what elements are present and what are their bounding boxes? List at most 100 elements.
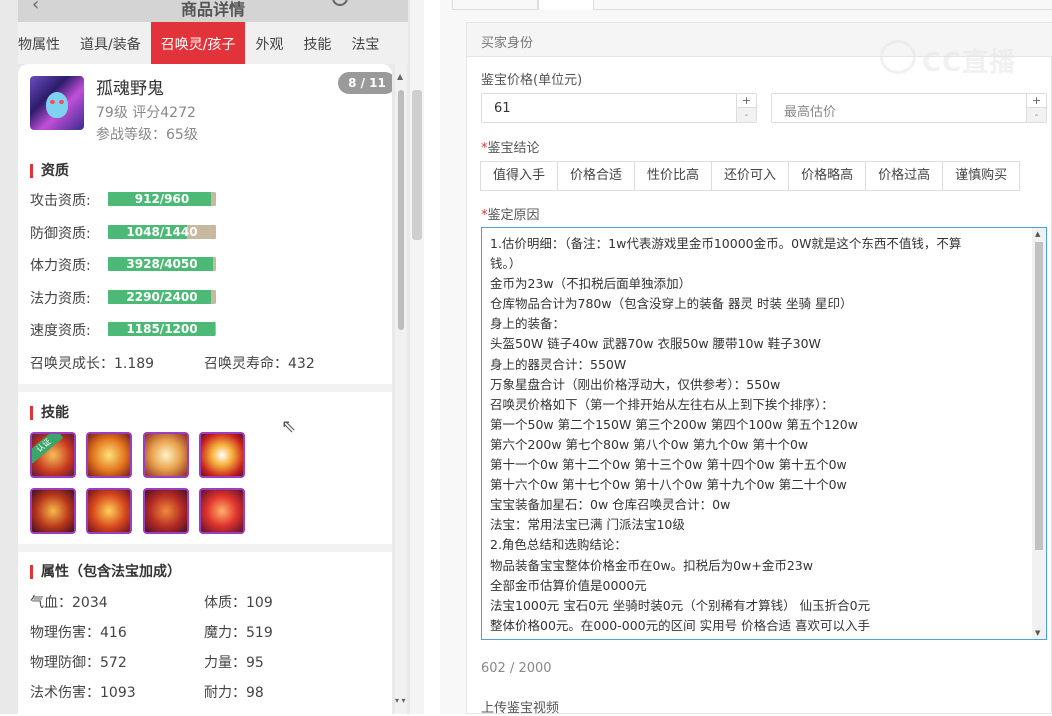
option-good-value[interactable]: 性价比高 bbox=[634, 161, 713, 191]
reason-line: 1.估价明细：（备注：1w代表游戏里金币10000金币。0W就是这个东西不值钱，… bbox=[490, 236, 962, 251]
skill-icon-rabbit[interactable] bbox=[143, 432, 189, 478]
aptitude-row: 法力资质: 2290/2400 bbox=[30, 286, 390, 308]
aptitude-bar: 912/960 bbox=[108, 192, 216, 206]
reason-textarea[interactable]: 1.估价明细：（备注：1w代表游戏里金币10000金币。0W就是这个东西不值钱，… bbox=[481, 227, 1047, 640]
skill-icon-fire-swirl[interactable] bbox=[199, 488, 245, 534]
pet-card: 孤魂野鬼 79级 评分4272 参战等级：65级 8 / 11 资质 攻击资质:… bbox=[18, 64, 392, 714]
conclusion-label: *鉴宝结论 bbox=[481, 141, 540, 156]
increment-icon[interactable]: + bbox=[737, 94, 756, 108]
pet-growth: 召唤灵成长：1.189 bbox=[30, 356, 155, 372]
skill-icon-lightning[interactable] bbox=[199, 432, 245, 478]
aptitude-title: 资质 bbox=[30, 164, 69, 178]
option-cautious[interactable]: 谨慎购买 bbox=[942, 161, 1021, 191]
option-slightly-high[interactable]: 价格略高 bbox=[788, 161, 867, 191]
price-label: 鉴宝价格(单位元) bbox=[481, 73, 583, 88]
aptitude-row: 速度资质: 1185/1200 bbox=[30, 318, 390, 340]
reason-line: 身上的器灵合计：550W bbox=[490, 356, 627, 372]
skill-icon-flame-claw[interactable] bbox=[86, 488, 132, 534]
buyer-identity-title: 买家身份 bbox=[481, 36, 534, 51]
skill-icon-certified[interactable]: 认证 bbox=[30, 432, 76, 478]
aptitude-value: 1185/1200 bbox=[126, 322, 198, 336]
price-input[interactable]: 61 + - bbox=[481, 93, 757, 123]
tab-items-equipment[interactable]: 道具/装备 bbox=[70, 22, 151, 64]
scrollbar-thumb[interactable] bbox=[398, 90, 404, 330]
pet-lifespan: 召唤灵寿命：432 bbox=[204, 356, 315, 372]
reason-line: 全部金币估算价值是0000元 bbox=[490, 577, 647, 593]
attr-constitution: 体质：109 bbox=[204, 595, 273, 611]
attr-strength: 力量：95 bbox=[204, 655, 264, 671]
decrement-icon[interactable]: - bbox=[1027, 108, 1046, 122]
card-scrollbar[interactable]: ▲ bbox=[395, 64, 407, 714]
phone-header: ‹ 商品详情 bbox=[18, 0, 408, 22]
aptitude-bar: 1048/1440 bbox=[108, 224, 216, 239]
attr-endurance: 耐力：98 bbox=[204, 685, 264, 701]
tab-skills[interactable]: 技能 bbox=[293, 22, 341, 64]
option-too-high[interactable]: 价格过高 bbox=[865, 161, 944, 191]
reason-line: 第六个200w 第七个80w 第八个0w 第九个0w 第十个0w bbox=[490, 436, 809, 452]
skill-icon-rage-face[interactable] bbox=[143, 488, 189, 534]
form-tabs bbox=[440, 0, 1052, 10]
pet-name: 孤魂野鬼 bbox=[96, 79, 164, 99]
form-tab-active[interactable] bbox=[538, 0, 594, 10]
decrement-icon[interactable]: - bbox=[737, 108, 756, 122]
page-badge: 8 / 11 bbox=[338, 72, 392, 94]
reason-line: 钱。） bbox=[490, 256, 522, 272]
aptitude-label: 速度资质: bbox=[30, 323, 91, 339]
scroll-arrows-icon[interactable]: ▾ ▾ bbox=[395, 696, 406, 705]
reason-line: 物品装备宝宝整体价格金币在0w。扣税后为0w+金币23w bbox=[490, 557, 813, 573]
reason-text: 1.估价明细：（备注：1w代表游戏里金币10000金币。0W就是这个东西不值钱，… bbox=[490, 234, 1026, 636]
outer-scrollbar[interactable] bbox=[410, 0, 424, 714]
skill-icon-demon-face[interactable] bbox=[30, 488, 76, 534]
attr-physical-defense: 物理防御：572 bbox=[30, 655, 127, 671]
aptitude-label: 法力资质: bbox=[30, 290, 91, 307]
tab-treasure[interactable]: 法宝 bbox=[341, 22, 389, 64]
reason-line: 法宝：常用法宝已满 门派法宝10级 bbox=[490, 517, 685, 533]
option-fair-price[interactable]: 价格合适 bbox=[557, 161, 636, 191]
aptitude-row: 体力资质: 3928/4050 bbox=[30, 253, 390, 275]
tab-summons[interactable]: 召唤灵/孩子 bbox=[150, 22, 246, 64]
certified-tag: 认证 bbox=[32, 434, 64, 464]
reason-line: 第十一个0w 第十二个0w 第十三个0w 第十四个0w 第十五个0w bbox=[490, 457, 847, 473]
form-tab[interactable] bbox=[452, 0, 538, 10]
reason-line: 万象星盘合计（刚出价格浮动大，仅供参考）：550w bbox=[490, 376, 781, 392]
scroll-up-icon[interactable]: ▲ bbox=[1035, 230, 1040, 238]
textarea-scrollbar[interactable]: ▲ ▼ bbox=[1032, 228, 1046, 639]
max-price-input[interactable]: 最高估价 + - bbox=[771, 93, 1047, 123]
option-bargain-ok[interactable]: 还价可入 bbox=[711, 161, 790, 191]
phone-header-title: 商品详情 bbox=[180, 0, 245, 19]
aptitude-bar: 3928/4050 bbox=[108, 257, 216, 271]
reason-line: 头盔50W 链子40w 武器70w 衣服50w 腰带10w 鞋子30W bbox=[490, 336, 821, 352]
price-value: 61 bbox=[494, 101, 511, 116]
aptitude-value: 2290/2400 bbox=[126, 289, 198, 304]
phone-screen: ‹ 商品详情 物属性 道具/装备 召唤灵/孩子 外观 技能 法宝 孤魂野鬼 79… bbox=[0, 0, 424, 714]
mouse-cursor-icon: ⇖ bbox=[281, 416, 297, 437]
price-stepper[interactable]: + - bbox=[736, 94, 756, 122]
option-worth-buying[interactable]: 值得入手 bbox=[480, 161, 559, 191]
upload-video-label: 上传鉴宝视频 bbox=[481, 701, 560, 716]
increment-icon[interactable]: + bbox=[1027, 94, 1046, 108]
max-price-stepper[interactable]: + - bbox=[1026, 94, 1046, 122]
appraisal-panel: 买家身份 鉴宝价格(单位元) 61 + - 最高估价 + - *鉴宝结论 值得入… bbox=[466, 22, 1052, 716]
reason-line: 召唤灵价格如下（第一个排开始从左往右从上到下挨个排序）： bbox=[490, 396, 834, 412]
tab-appearance[interactable]: 外观 bbox=[245, 22, 293, 64]
scroll-down-icon[interactable]: ▼ bbox=[1035, 629, 1040, 637]
outer-scrollbar-thumb[interactable] bbox=[412, 90, 422, 240]
textarea-scrollbar-thumb[interactable] bbox=[1035, 242, 1043, 550]
pet-battle-level: 参战等级：65级 bbox=[96, 127, 198, 143]
watermark-text: CC直播 bbox=[922, 48, 1017, 78]
aptitude-bar: 1185/1200 bbox=[108, 322, 216, 336]
aptitude-bar: 2290/2400 bbox=[108, 289, 216, 304]
appraisal-form-area: 买家身份 鉴宝价格(单位元) 61 + - 最高估价 + - *鉴宝结论 值得入… bbox=[440, 0, 1052, 716]
watermark: CC直播 bbox=[880, 38, 1030, 78]
pet-avatar bbox=[30, 76, 84, 130]
aptitude-row: 攻击资质: 912/960 bbox=[30, 188, 390, 210]
cc-logo-icon bbox=[880, 40, 916, 74]
attributes-title: 属性（包含法宝加成） bbox=[30, 565, 181, 579]
conclusion-options: 值得入手 价格合适 性价比高 还价可入 价格略高 价格过高 谨慎购买 bbox=[480, 161, 1021, 191]
aptitude-label: 防御资质: bbox=[30, 225, 91, 242]
tab-attributes[interactable]: 物属性 bbox=[18, 22, 70, 64]
attr-magic-power: 魔力：519 bbox=[204, 625, 273, 641]
skill-icon-fire-orb[interactable] bbox=[86, 432, 132, 478]
aptitude-value: 912/960 bbox=[134, 192, 190, 206]
scroll-up-icon[interactable]: ▲ bbox=[397, 72, 403, 81]
